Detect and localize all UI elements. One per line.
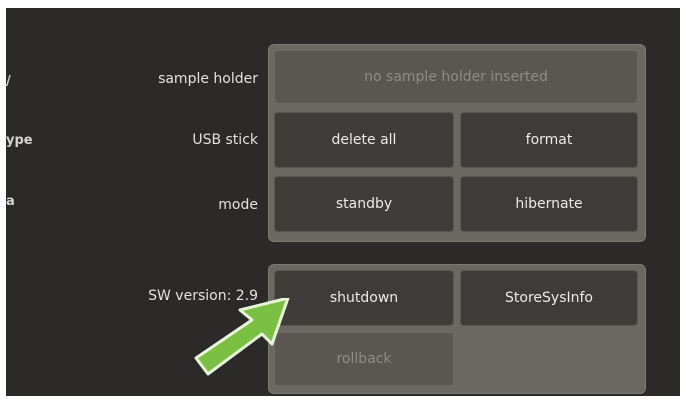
left-label-fragment-3: a [6, 194, 15, 209]
hibernate-button[interactable]: hibernate [460, 176, 638, 232]
sample-holder-label: sample holder [158, 71, 258, 87]
left-label-fragment-1: / [6, 74, 11, 89]
format-button[interactable]: format [460, 112, 638, 168]
usb-stick-label: USB stick [192, 132, 258, 148]
mode-label: mode [218, 197, 258, 213]
rollback-button: rollback [274, 332, 454, 386]
standby-button[interactable]: standby [274, 176, 454, 232]
green-arrow-icon [194, 298, 290, 376]
device-screen: / ype a sample holder USB stick mode SW … [6, 8, 680, 396]
sample-holder-status-button: no sample holder inserted [274, 50, 638, 104]
delete-all-button[interactable]: delete all [274, 112, 454, 168]
shutdown-button[interactable]: shutdown [274, 270, 454, 326]
store-sys-info-button[interactable]: StoreSysInfo [460, 270, 638, 326]
left-label-fragment-2: ype [6, 133, 33, 148]
